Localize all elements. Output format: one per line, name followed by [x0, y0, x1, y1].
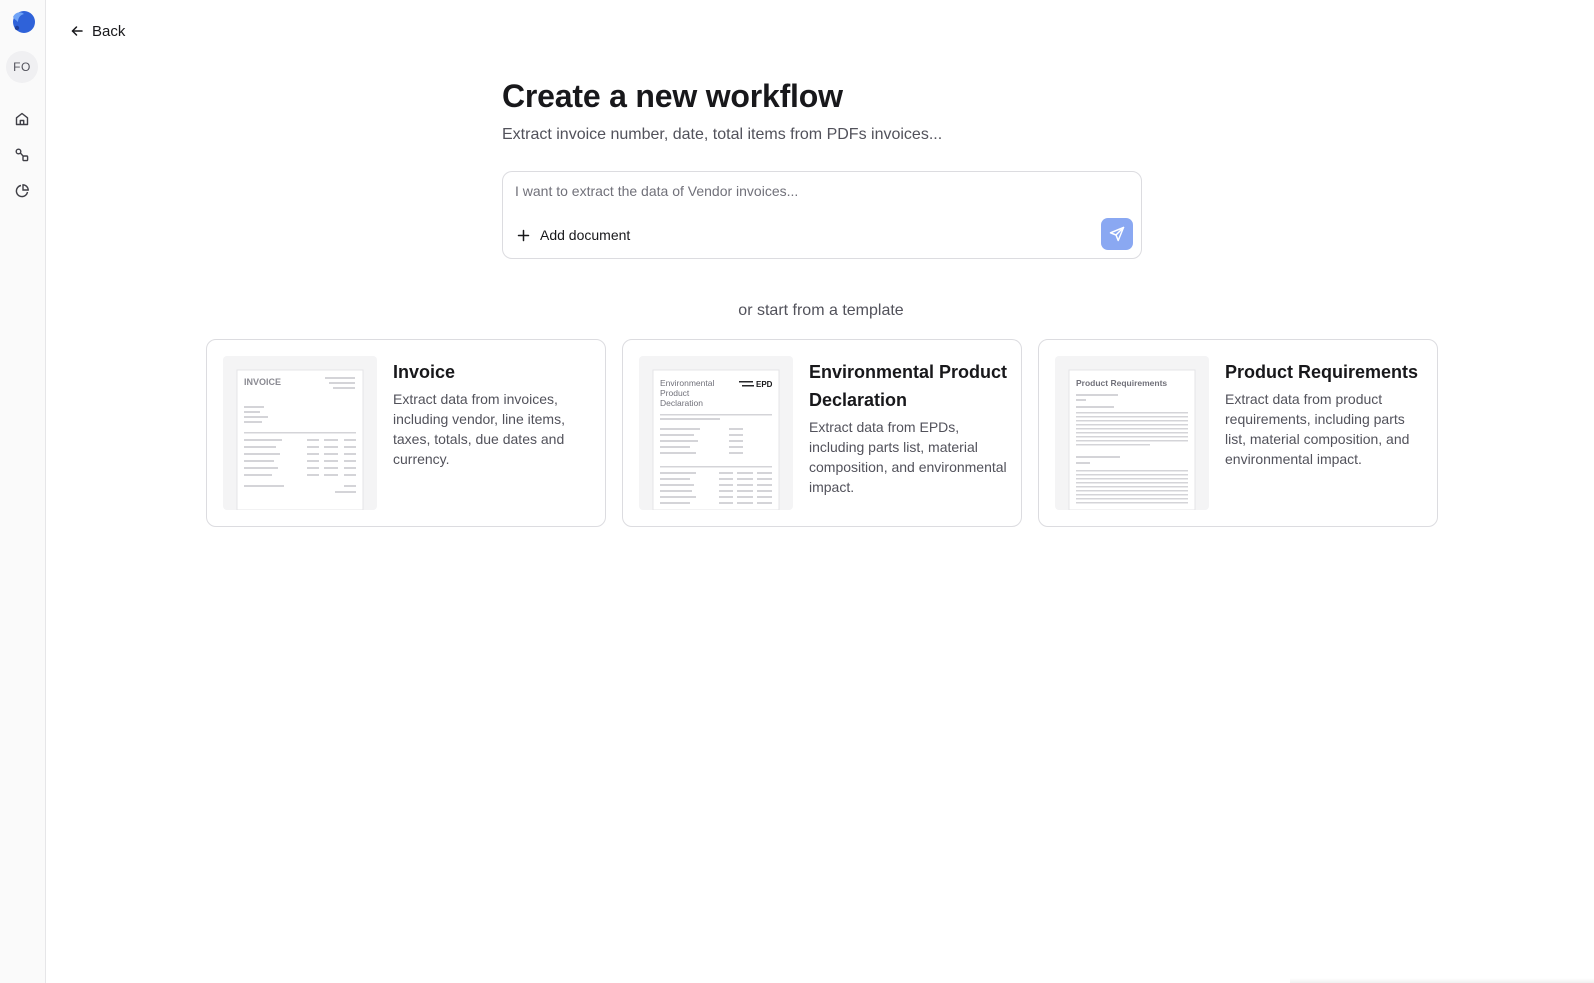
add-document-label: Add document: [540, 227, 631, 243]
epd-thumbnail: Environmental Product Declaration EPD: [639, 356, 793, 510]
sidebar-item-workflows[interactable]: [11, 144, 33, 166]
avatar-initials: FO: [13, 60, 31, 74]
add-document-button[interactable]: Add document: [517, 227, 630, 243]
product-requirements-thumbnail: Product Requirements: [1055, 356, 1209, 510]
send-button[interactable]: [1101, 218, 1133, 250]
workflow-prompt-box: Add document: [502, 171, 1142, 259]
epd-thumb-line-2: Product: [660, 388, 690, 398]
back-label: Back: [92, 22, 126, 40]
workflow-prompt-input[interactable]: [515, 180, 1095, 202]
arrow-left-icon: [71, 26, 83, 36]
template-card-description: Extract data from invoices, including ve…: [393, 391, 565, 467]
template-card-title: Invoice: [393, 362, 456, 382]
template-section-heading: or start from a template: [738, 302, 904, 319]
send-icon: [1109, 226, 1125, 242]
epd-thumb-line-1: Environmental: [660, 378, 714, 388]
bottom-edge-shadow: [1290, 978, 1594, 983]
template-card-title: Environmental Product Declaration: [809, 362, 1008, 410]
sidebar: FO: [0, 0, 46, 983]
sidebar-item-home[interactable]: [11, 108, 33, 130]
template-card-epd[interactable]: Environmental Product Declaration EPD En…: [622, 339, 1022, 527]
template-card-product-requirements[interactable]: Product Requirements Product Requirement…: [1038, 339, 1438, 527]
analytics-icon: [15, 184, 29, 198]
page-title: Create a new workflow: [502, 78, 843, 114]
user-avatar[interactable]: FO: [6, 51, 38, 83]
company-logo-icon[interactable]: [7, 8, 37, 38]
home-icon: [15, 112, 29, 126]
workflows-icon: [15, 148, 29, 162]
template-card-title: Product Requirements: [1225, 362, 1419, 382]
invoice-thumb-title: INVOICE: [244, 377, 281, 387]
plus-icon: [517, 229, 530, 241]
page-subtitle: Extract invoice number, date, total item…: [502, 126, 943, 143]
template-card-description: Extract data from EPDs, including parts …: [809, 419, 1007, 495]
back-button[interactable]: Back: [70, 20, 125, 42]
epd-thumb-line-3: Declaration: [660, 398, 703, 408]
product-requirements-thumb-title: Product Requirements: [1076, 378, 1167, 388]
template-card-invoice[interactable]: INVOICE Invoice Extract data from invoic…: [206, 339, 606, 527]
template-card-description: Extract data from product requirements, …: [1225, 391, 1410, 467]
epd-thumb-logo: EPD: [756, 380, 773, 389]
sidebar-item-analytics[interactable]: [11, 180, 33, 202]
invoice-thumbnail: INVOICE: [223, 356, 377, 510]
